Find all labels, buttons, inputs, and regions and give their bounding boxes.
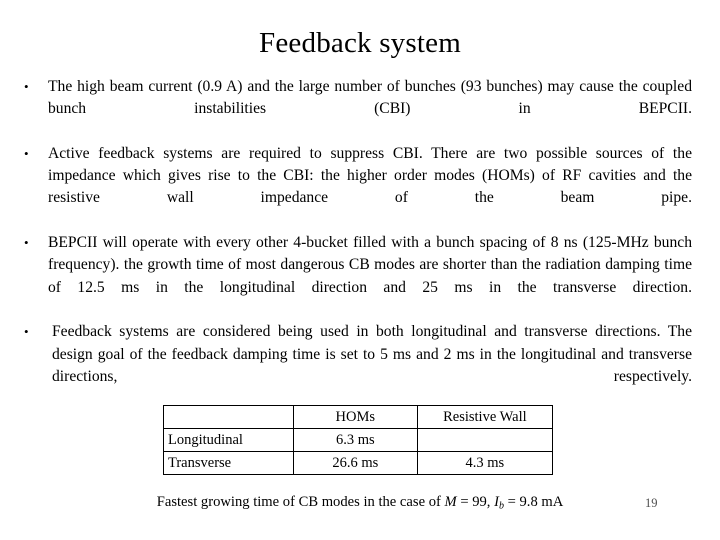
row-label-transverse: Transverse <box>163 451 294 475</box>
table-header-row: HOMs Resistive Wall <box>163 405 554 429</box>
table-row: Transverse 26.6 ms 4.3 ms <box>163 451 554 475</box>
row-label-longitudinal: Longitudinal <box>163 428 294 452</box>
caption-value-m: = 99, <box>456 494 495 510</box>
list-item: • BEPCII will operate with every other 4… <box>0 232 720 321</box>
bullet-marker-icon: • <box>24 145 29 161</box>
list-item-text: Active feedback systems are required to … <box>48 144 692 207</box>
page-title: Feedback system <box>259 27 461 59</box>
list-item-text: Feedback systems are considered being us… <box>52 323 692 385</box>
list-item-text: The high beam current (0.9 A) and the la… <box>48 78 692 118</box>
bullet-marker-icon: • <box>24 79 29 94</box>
page-number: 19 <box>645 496 658 510</box>
caption-value-i: = 9.8 mA <box>503 494 564 510</box>
list-item: • The high beam current (0.9 A) and the … <box>0 76 720 143</box>
cell-longitudinal-homs: 6.3 ms <box>292 428 418 452</box>
slide: Feedback system • The high beam current … <box>0 0 720 540</box>
cell-longitudinal-resistive-wall <box>416 428 554 452</box>
caption-text-part1: Fastest growing time of CB modes in the … <box>156 494 445 510</box>
column-header-homs: HOMs <box>292 405 418 429</box>
column-header-resistive-wall: Resistive Wall <box>416 405 554 429</box>
table-caption: Fastest growing time of CB modes in the … <box>0 492 720 517</box>
bullet-marker-icon: • <box>24 235 29 251</box>
table-row: Longitudinal 6.3 ms <box>163 428 554 452</box>
cell-transverse-resistive-wall: 4.3 ms <box>416 451 554 475</box>
bullet-marker-icon: • <box>24 324 29 340</box>
list-item: • Feedback systems are considered being … <box>0 321 720 410</box>
cb-modes-table: HOMs Resistive Wall Longitudinal 6.3 ms … <box>163 405 554 475</box>
caption-symbol-m: M <box>444 494 457 510</box>
list-item-text: BEPCII will operate with every other 4-b… <box>48 234 692 296</box>
bullet-list: • The high beam current (0.9 A) and the … <box>0 76 720 410</box>
list-item: • Active feedback systems are required t… <box>0 143 720 232</box>
column-header-blank <box>163 405 294 429</box>
cell-transverse-homs: 26.6 ms <box>292 451 418 475</box>
